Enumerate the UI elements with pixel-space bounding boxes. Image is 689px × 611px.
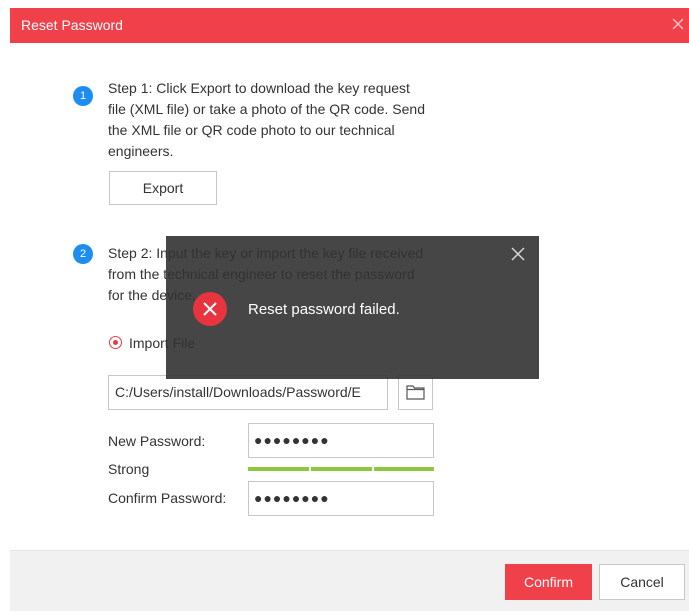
- toast-message: Reset password failed.: [248, 301, 400, 318]
- confirm-button[interactable]: Confirm: [505, 564, 592, 600]
- error-x-icon: [193, 292, 227, 326]
- import-file-radio[interactable]: [109, 336, 122, 349]
- cancel-button[interactable]: Cancel: [599, 564, 685, 600]
- confirm-password-label: Confirm Password:: [108, 490, 227, 506]
- new-password-field[interactable]: ●●●●●●●●: [248, 423, 434, 458]
- reset-password-dialog: Reset Password 1 Step 1: Click Export to…: [0, 0, 689, 611]
- dialog-title: Reset Password: [21, 17, 123, 33]
- confirm-password-field[interactable]: ●●●●●●●●: [248, 481, 434, 516]
- step-1-line: Step 1: Click Export to download the key…: [108, 80, 410, 96]
- dialog-titlebar: Reset Password: [10, 8, 689, 43]
- export-button[interactable]: Export: [109, 171, 217, 205]
- strength-bar-segment: [311, 467, 372, 471]
- step-1-line: the XML file or QR code photo to our tec…: [108, 122, 395, 138]
- step-1-badge: 1: [73, 86, 93, 106]
- radio-selected-dot: [113, 340, 118, 345]
- step-1-text: Step 1: Click Export to download the key…: [108, 78, 425, 162]
- file-path-input[interactable]: C:/Users/install/Downloads/Password/E: [108, 375, 388, 410]
- close-icon[interactable]: [510, 246, 526, 262]
- error-toast: Reset password failed.: [166, 236, 539, 379]
- step-2-badge: 2: [73, 244, 93, 264]
- step-1-line: engineers.: [108, 143, 174, 159]
- close-icon[interactable]: [671, 17, 685, 31]
- new-password-label: New Password:: [108, 433, 206, 449]
- strength-label: Strong: [108, 461, 150, 477]
- strength-bar-segment: [248, 467, 309, 471]
- strength-bar-segment: [374, 467, 434, 471]
- folder-icon: [399, 385, 432, 413]
- browse-folder-button[interactable]: [398, 375, 433, 410]
- step-1-line: file (XML file) or take a photo of the Q…: [108, 101, 425, 117]
